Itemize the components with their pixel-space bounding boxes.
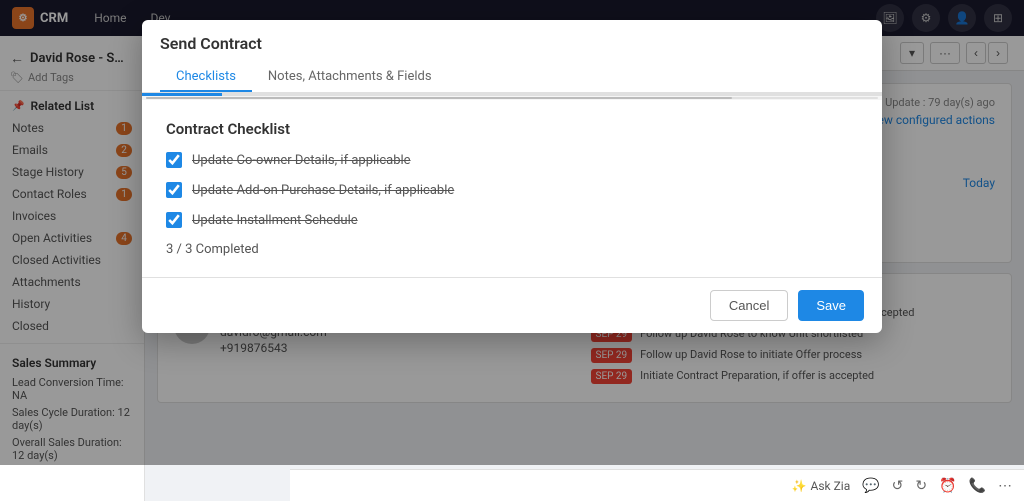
chat-icon[interactable]: 💬 <box>862 478 879 494</box>
modal-footer: Cancel Save <box>142 277 882 333</box>
tab-checklists[interactable]: Checklists <box>160 63 252 92</box>
modal-tab-underline <box>142 93 882 96</box>
modal-tabs: Checklists Notes, Attachments & Fields <box>160 63 864 92</box>
checklist-item-0: Update Co-owner Details, if applicable <box>166 152 858 168</box>
modal-title: Send Contract <box>160 34 864 53</box>
phone-icon[interactable]: 📞 <box>969 478 986 494</box>
checklist-checkbox-2[interactable] <box>166 212 182 228</box>
completed-text: 3 / 3 Completed <box>166 242 858 257</box>
cancel-button[interactable]: Cancel <box>710 290 788 321</box>
forward-icon[interactable]: ↻ <box>915 478 927 494</box>
clock-icon[interactable]: ⏰ <box>939 478 956 494</box>
checklist-label-0: Update Co-owner Details, if applicable <box>192 153 411 168</box>
checklist-item-1: Update Add-on Purchase Details, if appli… <box>166 182 858 198</box>
modal-body: Contract Checklist Update Co-owner Detai… <box>142 100 882 277</box>
checklist-label-2: Update Installment Schedule <box>192 213 358 228</box>
modal-header: Send Contract Checklists Notes, Attachme… <box>142 20 882 93</box>
checklist-checkbox-1[interactable] <box>166 182 182 198</box>
refresh-icon[interactable]: ↺ <box>892 478 904 494</box>
ask-zia-label: Ask Zia <box>811 479 851 493</box>
checklist-checkbox-0[interactable] <box>166 152 182 168</box>
bottom-bar: ✨ Ask Zia 💬 ↺ ↻ ⏰ 📞 ⋯ <box>290 469 1024 501</box>
scroll-track <box>146 97 878 99</box>
modal-overlay: Send Contract Checklists Notes, Attachme… <box>0 0 1024 465</box>
scroll-thumb <box>146 97 732 99</box>
checklist-item-2: Update Installment Schedule <box>166 212 858 228</box>
active-tab-indicator <box>142 93 222 96</box>
ask-zia[interactable]: ✨ Ask Zia <box>792 479 851 493</box>
checklist-label-1: Update Add-on Purchase Details, if appli… <box>192 183 454 198</box>
tab-notes-attachments[interactable]: Notes, Attachments & Fields <box>252 63 448 92</box>
modal: Send Contract Checklists Notes, Attachme… <box>142 20 882 333</box>
ask-zia-icon: ✨ <box>792 479 807 493</box>
save-button[interactable]: Save <box>798 290 864 321</box>
more-icon[interactable]: ⋯ <box>998 478 1012 494</box>
checklist-section-title: Contract Checklist <box>166 120 858 138</box>
